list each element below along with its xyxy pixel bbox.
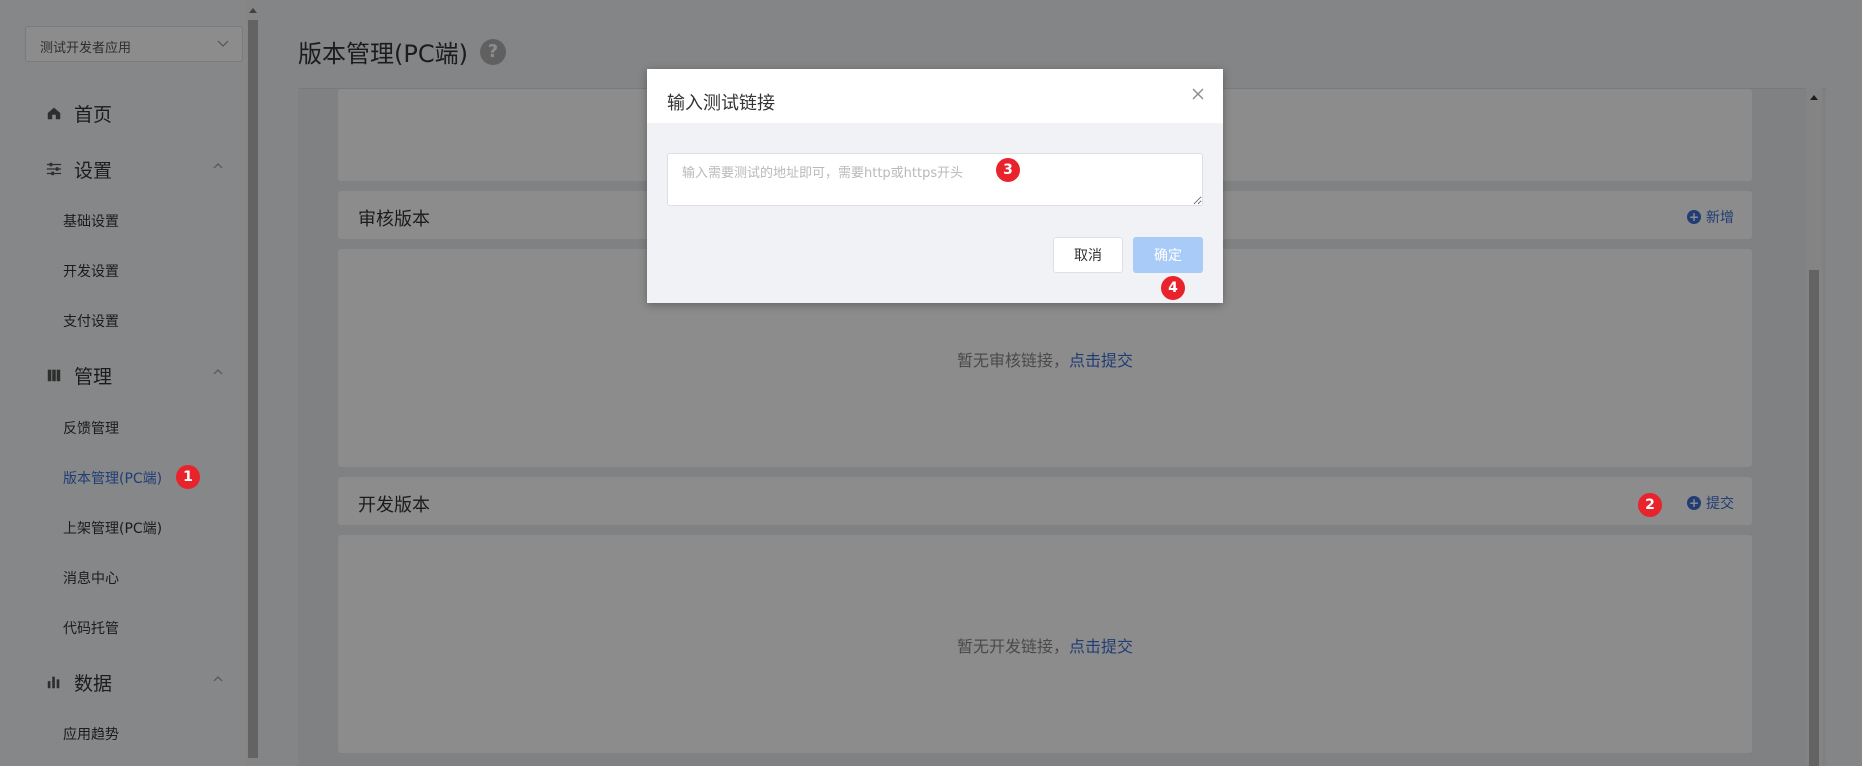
step-marker-1: 1 (176, 465, 200, 489)
test-link-dialog: 输入测试链接 取消 确定 (647, 69, 1223, 303)
dialog-header: 输入测试链接 (647, 69, 1223, 123)
confirm-button[interactable]: 确定 (1133, 237, 1203, 273)
dialog-title: 输入测试链接 (667, 93, 775, 114)
cancel-button[interactable]: 取消 (1053, 237, 1123, 273)
step-marker-3: 3 (996, 158, 1020, 182)
step-marker-2: 2 (1638, 493, 1662, 517)
step-marker-4: 4 (1161, 276, 1185, 300)
close-icon[interactable] (1191, 87, 1205, 101)
test-link-input[interactable] (667, 153, 1203, 206)
